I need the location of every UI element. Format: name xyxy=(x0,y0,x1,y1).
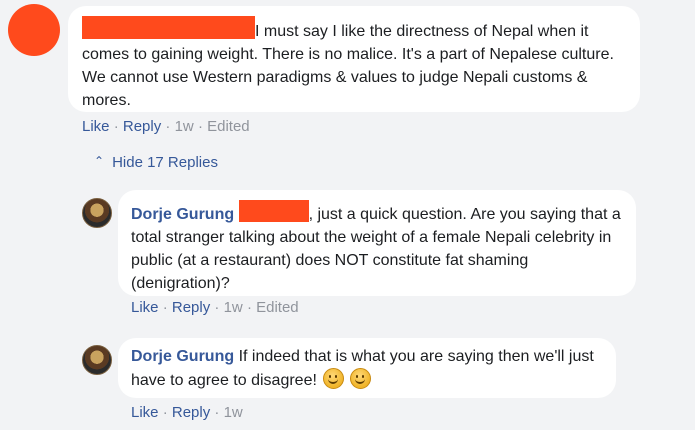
separator: · xyxy=(246,299,252,316)
separator: · xyxy=(113,118,119,135)
timestamp[interactable]: 1w xyxy=(224,404,243,421)
separator: · xyxy=(162,299,168,316)
separator: · xyxy=(162,404,168,421)
separator: · xyxy=(197,118,203,135)
like-link[interactable]: Like xyxy=(82,118,110,135)
separator: · xyxy=(214,299,220,316)
reply-link[interactable]: Reply xyxy=(172,299,210,316)
separator: · xyxy=(214,404,220,421)
hide-replies-toggle[interactable]: ⌃ Hide 17 Replies xyxy=(94,154,218,171)
avatar[interactable] xyxy=(82,198,112,228)
timestamp[interactable]: 1w xyxy=(224,299,243,316)
reply-link[interactable]: Reply xyxy=(123,118,161,135)
reply-link[interactable]: Reply xyxy=(172,404,210,421)
commenter-avatar-redacted[interactable] xyxy=(8,4,60,56)
redacted-name xyxy=(82,16,255,39)
reply-text-container: Dorje Gurung , just a quick question. Ar… xyxy=(131,200,627,295)
redacted-mention xyxy=(238,200,309,222)
hide-replies-label: Hide 17 Replies xyxy=(112,154,218,171)
edited-link[interactable]: Edited xyxy=(207,118,250,135)
smile-emoji-icon xyxy=(349,368,371,389)
reply-bubble: Dorje Gurung If indeed that is what you … xyxy=(118,338,616,398)
chevron-up-icon: ⌃ xyxy=(94,154,105,168)
like-link[interactable]: Like xyxy=(131,404,159,421)
reply-bubble: Dorje Gurung , just a quick question. Ar… xyxy=(118,190,636,296)
reply-text-container: Dorje Gurung If indeed that is what you … xyxy=(131,345,611,392)
author-name[interactable]: Dorje Gurung xyxy=(131,206,234,223)
avatar[interactable] xyxy=(82,345,112,375)
timestamp[interactable]: 1w xyxy=(175,118,194,135)
smile-emoji-icon xyxy=(322,368,344,389)
like-link[interactable]: Like xyxy=(131,299,159,316)
reply-actions: Like · Reply · 1w xyxy=(131,404,243,421)
author-name[interactable]: Dorje Gurung xyxy=(131,348,234,365)
reply-actions: Like · Reply · 1w · Edited xyxy=(131,299,299,316)
separator: · xyxy=(165,118,171,135)
comment-bubble: I must say I like the directness of Nepa… xyxy=(68,6,640,112)
comment-actions: Like · Reply · 1w · Edited xyxy=(82,118,250,135)
edited-link[interactable]: Edited xyxy=(256,299,299,316)
comment-text-container: I must say I like the directness of Nepa… xyxy=(82,16,630,112)
